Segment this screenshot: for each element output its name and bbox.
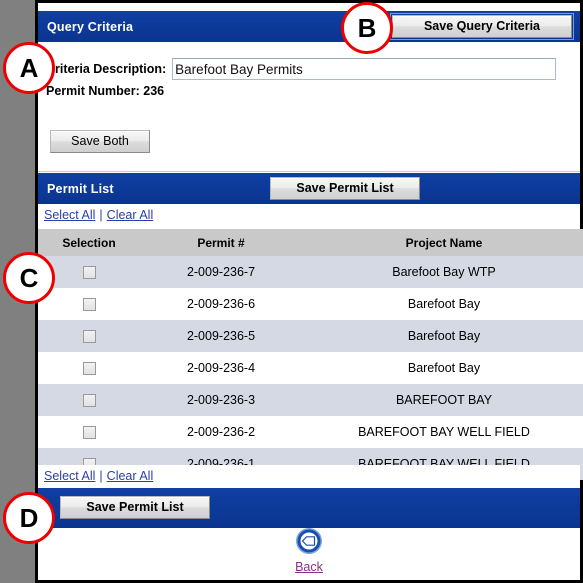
clear-all-link-bottom[interactable]: Clear All xyxy=(107,469,154,483)
column-header-selection: Selection xyxy=(38,229,140,256)
cell-selection xyxy=(38,352,140,384)
callout-marker-d: D xyxy=(3,492,55,544)
select-all-link-bottom[interactable]: Select All xyxy=(44,469,95,483)
select-all-link-top[interactable]: Select All xyxy=(44,208,95,222)
criteria-description-input[interactable] xyxy=(172,58,557,80)
row-checkbox[interactable] xyxy=(82,426,96,440)
table-row: 2-009-236-7 Barefoot Bay WTP xyxy=(38,256,583,288)
cell-permit-number: 2-009-236-2 xyxy=(140,416,302,448)
cell-selection xyxy=(38,416,140,448)
back-navigation-area: Back xyxy=(38,528,580,580)
criteria-description-label: Criteria Description: xyxy=(46,62,167,76)
cell-permit-number: 2-009-236-6 xyxy=(140,288,302,320)
cell-project-name: BAREFOOT BAY xyxy=(302,384,583,416)
cell-project-name: BAREFOOT BAY WELL FIELD xyxy=(302,416,583,448)
column-header-project-name: Project Name xyxy=(302,229,583,256)
cell-project-name: Barefoot Bay xyxy=(302,320,583,352)
query-criteria-body: Criteria Description: Permit Number: 236… xyxy=(38,42,580,172)
cell-selection xyxy=(38,288,140,320)
callout-marker-c: C xyxy=(3,252,55,304)
back-arrow-circle-icon[interactable] xyxy=(296,528,322,558)
permit-list-footer-bar: Save Permit List xyxy=(38,488,580,528)
table-row: 2-009-236-4 Barefoot Bay xyxy=(38,352,583,384)
cell-permit-number: 2-009-236-5 xyxy=(140,320,302,352)
save-query-criteria-button[interactable]: Save Query Criteria xyxy=(390,13,574,40)
table-row: 2-009-236-5 Barefoot Bay xyxy=(38,320,583,352)
cell-project-name: Barefoot Bay WTP xyxy=(302,256,583,288)
table-row: 2-009-236-2 BAREFOOT BAY WELL FIELD xyxy=(38,416,583,448)
save-permit-list-button-top[interactable]: Save Permit List xyxy=(270,177,420,200)
application-window: Query Criteria Save Query Criteria Crite… xyxy=(0,0,583,583)
select-clear-row-bottom: Select All | Clear All xyxy=(38,465,580,486)
row-checkbox[interactable] xyxy=(82,330,96,344)
cell-permit-number: 2-009-236-4 xyxy=(140,352,302,384)
query-criteria-title: Query Criteria xyxy=(47,19,134,34)
save-permit-list-button-bottom[interactable]: Save Permit List xyxy=(60,496,210,519)
select-clear-row-top: Select All | Clear All xyxy=(38,204,580,225)
clear-all-link-top[interactable]: Clear All xyxy=(107,208,154,222)
cell-selection xyxy=(38,320,140,352)
permit-list-header-bar: Permit List Save Permit List xyxy=(38,173,580,204)
link-separator-top: | xyxy=(99,207,103,222)
callout-marker-a: A xyxy=(3,42,55,94)
cell-selection xyxy=(38,384,140,416)
cell-project-name: Barefoot Bay xyxy=(302,352,583,384)
table-row: 2-009-236-6 Barefoot Bay xyxy=(38,288,583,320)
row-checkbox[interactable] xyxy=(82,394,96,408)
row-checkbox[interactable] xyxy=(82,298,96,312)
permit-list-title: Permit List xyxy=(47,181,114,196)
callout-marker-b: B xyxy=(341,2,393,54)
permit-list-table: Selection Permit # Project Name 2-009-23… xyxy=(38,229,583,480)
cell-permit-number: 2-009-236-3 xyxy=(140,384,302,416)
row-checkbox[interactable] xyxy=(82,362,96,376)
table-header-row: Selection Permit # Project Name xyxy=(38,229,583,256)
row-checkbox[interactable] xyxy=(82,266,96,280)
column-header-permit-number: Permit # xyxy=(140,229,302,256)
back-link[interactable]: Back xyxy=(38,560,580,574)
cell-project-name: Barefoot Bay xyxy=(302,288,583,320)
save-both-button[interactable]: Save Both xyxy=(50,130,150,153)
query-criteria-header-bar: Query Criteria Save Query Criteria xyxy=(38,11,580,42)
table-row: 2-009-236-3 BAREFOOT BAY xyxy=(38,384,583,416)
criteria-description-row: Criteria Description: xyxy=(46,58,557,80)
link-separator-bottom: | xyxy=(99,468,103,483)
query-criteria-panel: Query Criteria Save Query Criteria Crite… xyxy=(38,11,580,172)
permit-number-label: Permit Number: 236 xyxy=(46,84,165,98)
cell-permit-number: 2-009-236-7 xyxy=(140,256,302,288)
page-content: Query Criteria Save Query Criteria Crite… xyxy=(38,3,583,580)
permit-list-table-body: 2-009-236-7 Barefoot Bay WTP 2-009-236-6 Ba… xyxy=(38,256,583,480)
